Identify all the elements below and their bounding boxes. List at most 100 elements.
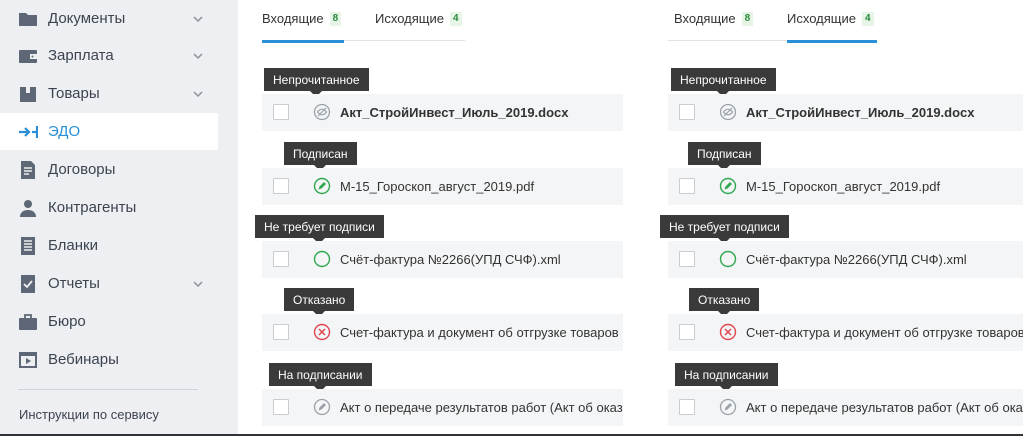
sidebar: Документы Зарплата Товары ЭДО Договоры К… xyxy=(0,0,238,436)
tab-incoming[interactable]: Входящие 8 xyxy=(262,11,344,43)
tab-outgoing[interactable]: Исходящие 4 xyxy=(787,11,877,43)
sidebar-item-label: Бланки xyxy=(48,237,98,254)
documents-panel-incoming: Входящие 8 Исходящие 4 Непрочитанное Акт… xyxy=(255,0,623,434)
status-tooltip: Непрочитанное xyxy=(671,68,776,97)
sidebar-item-forms[interactable]: Бланки xyxy=(0,227,218,264)
row-checkbox[interactable] xyxy=(679,399,695,415)
instructions-link[interactable]: Инструкции по сервису xyxy=(19,407,159,422)
briefcase-icon xyxy=(18,312,38,332)
document-name: Акт о передаче результатов работ (Акт об… xyxy=(340,400,623,415)
report-check-icon xyxy=(18,274,38,294)
document-name: Акт о передаче результатов работ (Акт об… xyxy=(746,400,1023,415)
rejected-x-icon xyxy=(719,323,737,341)
document-name: Счет-фактура и документ об отгрузке това… xyxy=(340,325,619,340)
signed-pen-icon xyxy=(719,177,737,195)
row-checkbox[interactable] xyxy=(273,399,289,415)
sidebar-item-edo[interactable]: ЭДО xyxy=(0,113,218,150)
document-row[interactable]: Акт_СтройИнвест_Июль_2019.docx xyxy=(262,94,623,131)
sidebar-item-label: Зарплата xyxy=(48,47,114,64)
status-tooltip: Отказано xyxy=(689,288,760,317)
document-row[interactable]: Счёт-фактура №2266(УПД СЧФ).xml xyxy=(668,241,1023,278)
sidebar-item-contracts[interactable]: Договоры xyxy=(0,151,218,188)
sidebar-item-label: Вебинары xyxy=(48,351,119,368)
tab-count-badge: 4 xyxy=(861,12,874,26)
status-tooltip: Не требует подписи xyxy=(255,215,384,244)
box-icon xyxy=(18,84,38,104)
tab-count-badge: 8 xyxy=(741,12,754,26)
document-row[interactable]: М-15_Гороскоп_август_2019.pdf xyxy=(262,168,623,205)
document-name: М-15_Гороскоп_август_2019.pdf xyxy=(340,179,535,194)
sidebar-item-label: Бюро xyxy=(48,313,86,330)
documents-panel-outgoing: Входящие 8 Исходящие 4 Непрочитанное Акт… xyxy=(660,0,1023,434)
row-checkbox[interactable] xyxy=(273,104,289,120)
tab-count-badge: 8 xyxy=(329,12,342,26)
document-row[interactable]: Счет-фактура и документ об отгрузке това… xyxy=(668,314,1023,351)
wallet-icon xyxy=(18,46,38,66)
tab-label: Исходящие xyxy=(787,11,856,26)
status-tooltip: Непрочитанное xyxy=(264,68,369,97)
chevron-down-icon xyxy=(193,15,203,22)
row-checkbox[interactable] xyxy=(273,178,289,194)
active-tab-indicator xyxy=(262,40,344,43)
status-tooltip: На подписании xyxy=(269,363,372,392)
unread-eye-icon xyxy=(313,103,331,121)
document-row[interactable]: М-15_Гороскоп_август_2019.pdf xyxy=(668,168,1023,205)
person-icon xyxy=(18,198,38,218)
sidebar-item-reports[interactable]: Отчеты xyxy=(0,265,218,302)
document-name: Акт_СтройИнвест_Июль_2019.docx xyxy=(340,105,569,120)
sidebar-item-counterparties[interactable]: Контрагенты xyxy=(0,189,218,226)
document-row[interactable]: Счет-фактура и документ об отгрузке това… xyxy=(262,314,623,351)
form-icon xyxy=(18,236,38,256)
row-checkbox[interactable] xyxy=(679,251,695,267)
document-row[interactable]: Акт о передаче результатов работ (Акт об… xyxy=(668,389,1023,426)
document-name: М-15_Гороскоп_август_2019.pdf xyxy=(746,179,941,194)
tab-outgoing[interactable]: Исходящие 4 xyxy=(375,11,465,41)
sidebar-item-label: Договоры xyxy=(48,161,116,178)
sidebar-item-documents[interactable]: Документы xyxy=(0,0,218,37)
document-name: Счёт-фактура №2266(УПД СЧФ).xml xyxy=(746,252,967,267)
contract-icon xyxy=(18,160,38,180)
chevron-down-icon xyxy=(193,280,203,287)
active-tab-indicator xyxy=(787,40,877,43)
sidebar-item-salary[interactable]: Зарплата xyxy=(0,37,218,74)
signing-pen-icon xyxy=(313,398,331,416)
sidebar-item-label: ЭДО xyxy=(48,123,81,140)
status-tooltip: Подписан xyxy=(688,142,761,171)
sidebar-item-label: Отчеты xyxy=(48,275,100,292)
sidebar-item-label: Документы xyxy=(48,10,126,27)
unread-eye-icon xyxy=(719,103,737,121)
document-name: Акт_СтройИнвест_Июль_2019.docx xyxy=(746,105,975,120)
video-icon xyxy=(18,350,38,370)
document-row[interactable]: Акт_СтройИнвест_Июль_2019.docx xyxy=(668,94,1023,131)
status-tooltip: На подписании xyxy=(675,363,778,392)
chevron-down-icon xyxy=(193,52,203,59)
tab-incoming[interactable]: Входящие 8 xyxy=(674,11,756,41)
tab-label: Входящие xyxy=(674,11,736,26)
row-checkbox[interactable] xyxy=(273,324,289,340)
tab-label: Исходящие xyxy=(375,11,444,26)
sidebar-item-bureau[interactable]: Бюро xyxy=(0,303,218,340)
document-row[interactable]: Акт о передаче результатов работ (Акт об… xyxy=(262,389,623,426)
sidebar-divider xyxy=(18,389,198,390)
no-sign-circle-icon xyxy=(719,250,737,268)
row-checkbox[interactable] xyxy=(679,104,695,120)
document-name: Счёт-фактура №2266(УПД СЧФ).xml xyxy=(340,252,561,267)
edo-exchange-icon xyxy=(18,122,38,142)
rejected-x-icon xyxy=(313,323,331,341)
document-name: Счет-фактура и документ об отгрузке това… xyxy=(746,325,1023,340)
tab-count-badge: 4 xyxy=(449,12,462,26)
document-row[interactable]: Счёт-фактура №2266(УПД СЧФ).xml xyxy=(262,241,623,278)
folder-icon xyxy=(18,9,38,29)
sidebar-item-label: Контрагенты xyxy=(48,199,137,216)
chevron-down-icon xyxy=(193,90,203,97)
row-checkbox[interactable] xyxy=(679,178,695,194)
status-tooltip: Отказано xyxy=(284,288,355,317)
sidebar-item-goods[interactable]: Товары xyxy=(0,75,218,112)
sidebar-item-webinars[interactable]: Вебинары xyxy=(0,341,218,378)
status-tooltip: Подписан xyxy=(284,142,357,171)
signed-pen-icon xyxy=(313,177,331,195)
row-checkbox[interactable] xyxy=(679,324,695,340)
tab-label: Входящие xyxy=(262,11,324,26)
status-tooltip: Не требует подписи xyxy=(660,215,789,244)
row-checkbox[interactable] xyxy=(273,251,289,267)
